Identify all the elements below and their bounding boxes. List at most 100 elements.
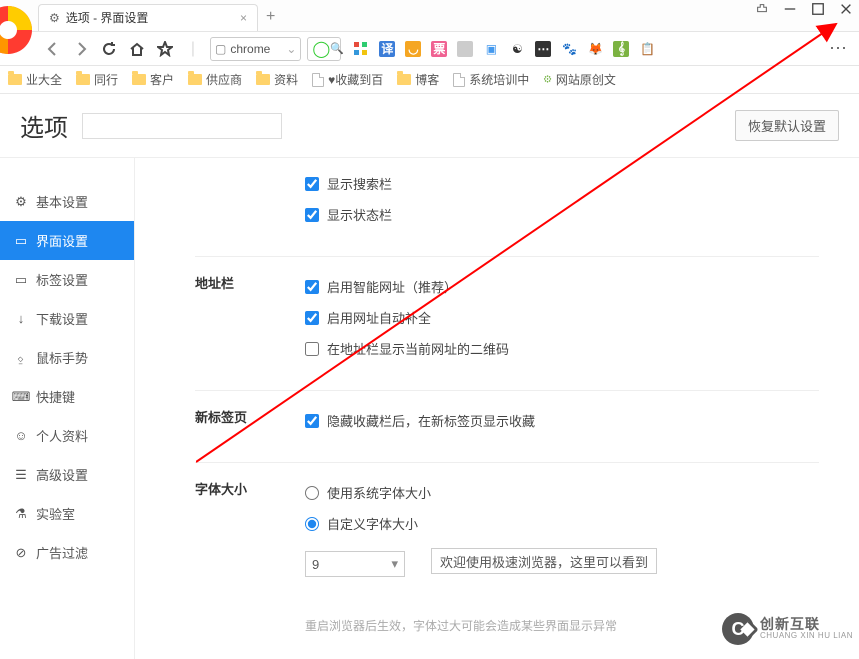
new-tab-button[interactable]: + [266,8,275,26]
maximize-icon[interactable] [809,2,827,19]
folder-icon [256,74,270,85]
checkbox[interactable] [305,208,319,222]
close-icon[interactable] [837,2,855,19]
forward-button[interactable] [70,38,92,60]
gear-icon: ⚙ [14,195,28,209]
bookmark-page[interactable]: 𖡼网站原创文 [543,70,616,89]
folder-icon [132,74,146,85]
checkbox-smart-url[interactable]: 启用智能网址（推荐） [305,271,819,302]
fox-icon[interactable]: 🦊 [587,41,603,57]
reload-button[interactable] [98,38,120,60]
url-text: chrome [230,42,270,56]
mouse-icon: ⍚ [14,351,28,365]
checkbox[interactable] [305,311,319,325]
radio-system-font[interactable]: 使用系统字体大小 [305,477,819,508]
options-search-input[interactable] [82,113,282,139]
checkbox[interactable] [305,280,319,294]
gray-ext-icon[interactable] [457,41,473,57]
radio[interactable] [305,517,319,531]
checkbox-qrcode[interactable]: 在地址栏显示当前网址的二维码 [305,333,819,364]
yinyang-icon[interactable]: ☯ [509,41,525,57]
screenshot-icon[interactable]: ▣ [483,41,499,57]
ticket-icon[interactable]: 票 [431,41,447,57]
tab-options[interactable]: ⚙ 选项 - 界面设置 × [38,4,258,31]
sidebar-item-tabs[interactable]: ▭标签设置 [0,260,134,299]
dots-ext-icon[interactable]: ⋯ [535,41,551,57]
evernote-icon[interactable]: 📋 [639,41,655,57]
section-label [195,168,305,230]
bookmark-folder[interactable]: 客户 [132,71,174,88]
checkbox[interactable] [305,342,319,356]
checkbox-autocomplete[interactable]: 启用网址自动补全 [305,302,819,333]
divider: | [182,38,204,60]
back-button[interactable] [42,38,64,60]
search-icon[interactable]: 🔍 [330,42,344,55]
tab-bar: ⚙ 选项 - 界面设置 × + [0,0,859,32]
bookmark-page[interactable]: 系统培训中 [453,71,529,88]
sidebar-item-profile[interactable]: ☺个人资料 [0,416,134,455]
shield-icon: ▢ [215,42,226,56]
sidebar-item-ui[interactable]: ▭界面设置 [0,221,134,260]
search-engine-icon: ◯ [312,39,330,59]
folder-icon [397,74,411,85]
address-bar[interactable]: ▢ chrome ⌄ [210,37,301,61]
folder-icon [8,74,22,85]
bookmark-folder[interactable]: 同行 [76,71,118,88]
chevron-down-icon[interactable]: ⌄ [286,42,296,56]
shield-ext-icon[interactable]: ◡ [405,41,421,57]
menu-button[interactable]: ⋯ [829,38,851,59]
checkbox-show-searchbar[interactable]: 显示搜索栏 [305,168,819,199]
page-icon [453,73,465,87]
radio-custom-font[interactable]: 自定义字体大小 [305,508,819,539]
sidebar: ⚙基本设置 ▭界面设置 ▭标签设置 ↓下载设置 ⍚鼠标手势 ⌨快捷键 ☺个人资料… [0,158,135,659]
chevron-down-icon: ▾ [391,556,398,572]
section-label-font: 字体大小 [195,477,305,583]
checkbox-show-statusbar[interactable]: 显示状态栏 [305,199,819,230]
sidebar-item-advanced[interactable]: ☰高级设置 [0,455,134,494]
download-icon: ↓ [14,312,28,326]
keyboard-icon: ⌨ [14,390,28,404]
sidebar-item-basic[interactable]: ⚙基本设置 [0,182,134,221]
radio[interactable] [305,486,319,500]
search-engine-box[interactable]: ◯ 🔍 [307,37,341,61]
minimize-icon[interactable] [781,2,799,19]
watermark-text-en: CHUANG XIN HU LIAN [760,632,853,641]
content-area: 显示搜索栏 显示状态栏 地址栏 启用智能网址（推荐） 启用网址自动补全 在地址栏… [135,158,859,659]
star-button[interactable] [154,38,176,60]
sidebar-item-lab[interactable]: ⚗实验室 [0,494,134,533]
bookmarks-bar: 业大全 同行 客户 供应商 资料 ♥收藏到百 博客 系统培训中 𖡼网站原创文 [0,66,859,94]
folder-icon [76,74,90,85]
leaf-icon: 𖡼 [543,70,552,89]
translate-icon[interactable]: 译 [379,41,395,57]
checkbox[interactable] [305,414,319,428]
bookmark-folder[interactable]: 供应商 [188,71,242,88]
flask-icon: ⚗ [14,507,28,521]
home-button[interactable] [126,38,148,60]
reset-defaults-button[interactable]: 恢复默认设置 [735,110,839,141]
page-title: 选项 [20,108,68,143]
bookmark-folder[interactable]: 业大全 [8,71,62,88]
checkbox[interactable] [305,177,319,191]
green-ext-icon[interactable]: 𝄞 [613,41,629,57]
paw-icon[interactable]: 🐾 [561,41,577,57]
font-size-select[interactable]: 9 ▾ [305,551,405,577]
checkbox-hide-fav[interactable]: 隐藏收藏栏后，在新标签页显示收藏 [305,405,819,436]
sidebar-item-adblock[interactable]: ⊘广告过滤 [0,533,134,572]
bookmark-page[interactable]: ♥收藏到百 [312,71,383,88]
sidebar-item-download[interactable]: ↓下载设置 [0,299,134,338]
sidebar-item-gesture[interactable]: ⍚鼠标手势 [0,338,134,377]
tab-icon: ▭ [14,273,28,287]
watermark-text-zh: 创新互联 [760,617,853,632]
grid-icon[interactable] [353,41,369,57]
tab-title: 选项 - 界面设置 [66,9,149,26]
section-label-address: 地址栏 [195,271,305,364]
bookmark-folder[interactable]: 资料 [256,71,298,88]
sidebar-item-shortcut[interactable]: ⌨快捷键 [0,377,134,416]
watermark-logo: C [722,613,754,645]
tab-close-icon[interactable]: × [240,11,247,25]
bookmark-folder[interactable]: 博客 [397,71,439,88]
font-preview: 欢迎使用极速浏览器，这里可以看到 [431,548,657,574]
watermark: C 创新互联 CHUANG XIN HU LIAN [722,613,853,645]
folder-icon [188,74,202,85]
wear-icon[interactable] [753,2,771,19]
